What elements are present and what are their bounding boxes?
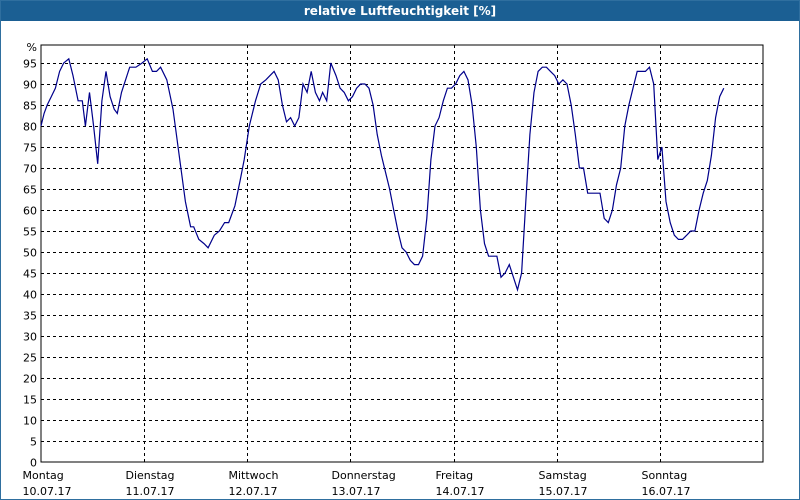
x-tick-day: Sonntag — [642, 469, 688, 482]
y-tick-label: 5 — [30, 436, 37, 449]
y-tick-label: 25 — [23, 352, 37, 365]
y-tick-label: 65 — [23, 184, 37, 197]
y-tick-label: 15 — [23, 394, 37, 407]
y-tick-label: 90 — [23, 79, 37, 92]
y-tick-label: 80 — [23, 121, 37, 134]
y-tick-label: 85 — [23, 100, 37, 113]
y-tick-label: 60 — [23, 205, 37, 218]
chart-window: relative Luftfeuchtigkeit [%] 0 5 10 15 20 25… — [0, 0, 800, 500]
y-tick-label: 35 — [23, 310, 37, 323]
y-tick-label: 45 — [23, 268, 37, 281]
y-tick-label: 70 — [23, 163, 37, 176]
x-tick-date: 10.07.17 — [23, 485, 72, 498]
x-tick-date: 15.07.17 — [539, 485, 588, 498]
y-axis-unit: % — [27, 41, 37, 54]
x-tick-date: 13.07.17 — [332, 485, 381, 498]
x-tick-day: Samstag — [539, 469, 587, 482]
y-tick-label: 30 — [23, 331, 37, 344]
y-tick-label: 75 — [23, 142, 37, 155]
x-tick-day: Montag — [23, 469, 64, 482]
x-tick-day: Freitag — [436, 469, 474, 482]
y-tick-label: 20 — [23, 373, 37, 386]
x-tick-day: Dienstag — [126, 469, 175, 482]
y-tick-label: 50 — [23, 247, 37, 260]
y-tick-label: 95 — [23, 58, 37, 71]
x-tick-day: Donnerstag — [332, 469, 396, 482]
y-tick-label: 10 — [23, 415, 37, 428]
x-tick-day: Mittwoch — [229, 469, 279, 482]
chart-svg: 0 5 10 15 20 25 30 35 40 45 50 55 60 65 70 75 80 85 90 95% M… — [23, 41, 764, 498]
x-tick-date: 16.07.17 — [642, 485, 691, 498]
y-tick-label: 40 — [23, 289, 37, 302]
x-tick-date: 11.07.17 — [126, 485, 175, 498]
x-tick-date: 14.07.17 — [436, 485, 485, 498]
x-tick-date: 12.07.17 — [229, 485, 278, 498]
y-tick-label: 55 — [23, 226, 37, 239]
y-tick-label: 0 — [30, 457, 37, 470]
